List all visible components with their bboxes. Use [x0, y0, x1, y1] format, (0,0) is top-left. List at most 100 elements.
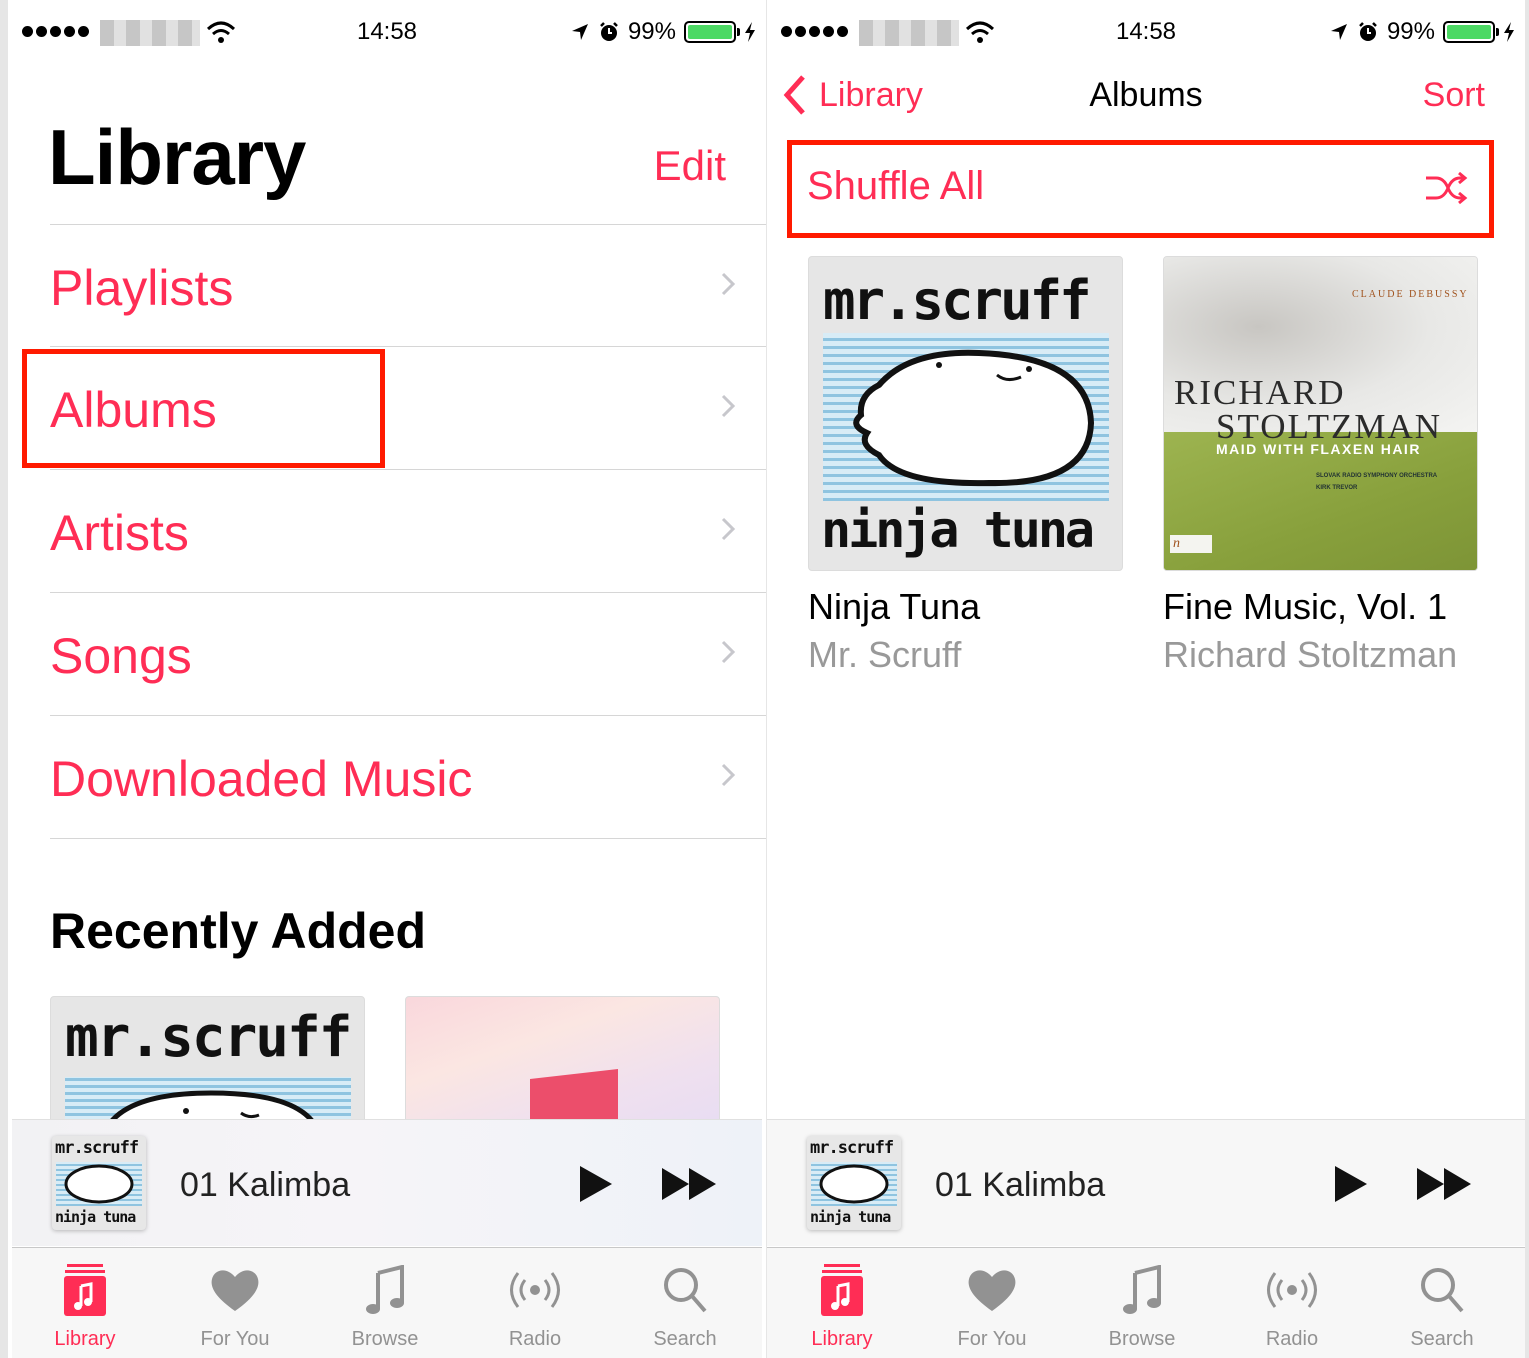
page-title: Albums — [1089, 76, 1203, 114]
menu-item-label: Artists — [50, 505, 189, 561]
radio-icon — [1267, 1272, 1317, 1308]
chevron-right-icon — [721, 517, 736, 541]
play-icon[interactable] — [1333, 1164, 1369, 1204]
library-icon — [64, 1264, 106, 1316]
music-note-icon — [1123, 1265, 1161, 1314]
search-icon — [1421, 1268, 1464, 1313]
tab-label: Radio — [1265, 1328, 1319, 1350]
tab-library[interactable]: Library — [25, 1258, 145, 1351]
tab-search[interactable]: Search — [625, 1258, 745, 1351]
edit-button[interactable]: Edit — [654, 142, 726, 190]
library-screen: 14:58 99% Library Edit Playlists Albums … — [8, 0, 766, 1358]
page-title: Library — [48, 113, 306, 201]
library-icon — [821, 1264, 863, 1316]
chevron-right-icon — [721, 763, 736, 787]
album-art-ninja-tuna[interactable]: mr.scruff ninja tuna — [808, 256, 1123, 571]
tab-radio[interactable]: Radio — [475, 1258, 595, 1351]
tab-bar: Library For You Browse Radio Search — [767, 1247, 1525, 1358]
now-playing-art: mr.scruff ninja tuna — [52, 1136, 146, 1230]
tab-browse[interactable]: Browse — [1082, 1258, 1202, 1351]
battery-icon — [684, 21, 740, 43]
mini-player[interactable]: mr.scruff ninja tuna 01 Kalimba — [12, 1119, 762, 1246]
recently-added-heading: Recently Added — [50, 903, 427, 959]
radio-icon — [510, 1272, 560, 1308]
tab-bar: Library For You Browse Radio Search — [12, 1247, 762, 1358]
art-blob — [64, 1164, 134, 1204]
album-title[interactable]: Fine Music, Vol. 1 — [1163, 586, 1447, 628]
tab-library[interactable]: Library — [782, 1258, 902, 1351]
menu-item-label: Songs — [50, 628, 192, 684]
highlight-box — [22, 349, 385, 468]
art-text: mr.scruff — [65, 1005, 352, 1070]
record-label-logo: n — [1170, 535, 1212, 553]
tab-label: Library — [811, 1328, 873, 1350]
tab-radio[interactable]: Radio — [1232, 1258, 1352, 1351]
menu-item-label: Downloaded Music — [50, 751, 473, 807]
divider — [50, 838, 766, 839]
highlight-box — [787, 140, 1494, 238]
location-icon — [571, 24, 588, 40]
menu-item-artists[interactable]: Artists — [8, 470, 766, 592]
art-blob — [853, 349, 1095, 487]
sort-button[interactable]: Sort — [1423, 76, 1485, 115]
tab-label: Search — [653, 1328, 717, 1350]
heart-icon — [211, 1270, 259, 1311]
status-bar: 14:58 99% — [8, 0, 766, 64]
tab-label: Browse — [351, 1328, 419, 1350]
status-bar: 14:58 99% — [767, 0, 1525, 64]
battery-percent: 99% — [1386, 18, 1435, 45]
album-artist: Richard Stoltzman — [1163, 634, 1458, 675]
tab-for-you[interactable]: For You — [175, 1258, 295, 1351]
art-text: mr.scruff — [810, 1138, 894, 1158]
tab-label: For You — [200, 1328, 270, 1350]
art-text: CLAUDE DEBUSSY — [1352, 289, 1469, 300]
charging-icon — [1504, 22, 1514, 42]
menu-item-playlists[interactable]: Playlists — [8, 225, 766, 347]
menu-item-label: Playlists — [50, 260, 234, 316]
art-blob — [819, 1164, 889, 1204]
tab-search[interactable]: Search — [1382, 1258, 1502, 1351]
art-text: SLOVAK RADIO SYMPHONY ORCHESTRA — [1316, 473, 1438, 479]
mini-player[interactable]: mr.scruff ninja tuna 01 Kalimba — [767, 1119, 1525, 1246]
album-title[interactable]: Ninja Tuna — [808, 586, 980, 628]
alarm-icon — [600, 22, 618, 41]
location-icon — [1330, 24, 1347, 40]
fast-forward-icon[interactable] — [662, 1168, 716, 1200]
alarm-icon — [1359, 22, 1377, 41]
now-playing-art: mr.scruff ninja tuna — [807, 1136, 901, 1230]
now-playing-title: 01 Kalimba — [935, 1166, 1106, 1204]
album-art-fine-music[interactable]: CLAUDE DEBUSSY RICHARD STOLTZMAN MAID WI… — [1163, 256, 1478, 571]
art-text: mr.scruff — [55, 1138, 139, 1158]
tab-label: Search — [1410, 1328, 1474, 1350]
art-text: ninja tuna — [810, 1208, 891, 1226]
chevron-right-icon — [721, 272, 736, 296]
tab-for-you[interactable]: For You — [932, 1258, 1052, 1351]
art-text: KIRK TREVOR — [1316, 485, 1358, 491]
heart-icon — [968, 1270, 1016, 1311]
album-art-ninja-tuna[interactable]: mr.scruff — [50, 996, 365, 1136]
tab-label: Library — [54, 1328, 116, 1350]
art-text: ninja tuna — [821, 501, 1095, 559]
albums-screen: 14:58 99% Library Albums Sort Shuffle Al… — [767, 0, 1525, 1358]
now-playing-title: 01 Kalimba — [180, 1166, 351, 1204]
album-artist: Mr. Scruff — [808, 634, 962, 675]
chevron-right-icon — [721, 394, 736, 418]
chevron-right-icon — [721, 640, 736, 664]
fast-forward-icon[interactable] — [1417, 1168, 1471, 1200]
art-text: MAID WITH FLAXEN HAIR — [1216, 441, 1421, 457]
tab-label: Radio — [508, 1328, 562, 1350]
search-icon — [664, 1268, 707, 1313]
art-text: mr.scruff — [823, 269, 1092, 332]
charging-icon — [745, 22, 755, 42]
tab-label: Browse — [1108, 1328, 1176, 1350]
album-art-placeholder[interactable] — [405, 996, 720, 1136]
menu-item-songs[interactable]: Songs — [8, 593, 766, 715]
tab-label: For You — [957, 1328, 1027, 1350]
battery-percent: 99% — [627, 18, 676, 45]
art-text: ninja tuna — [55, 1208, 136, 1226]
battery-icon — [1443, 21, 1499, 43]
play-icon[interactable] — [578, 1164, 614, 1204]
menu-item-downloaded-music[interactable]: Downloaded Music — [8, 716, 766, 838]
tab-browse[interactable]: Browse — [325, 1258, 445, 1351]
music-note-icon — [366, 1265, 404, 1314]
